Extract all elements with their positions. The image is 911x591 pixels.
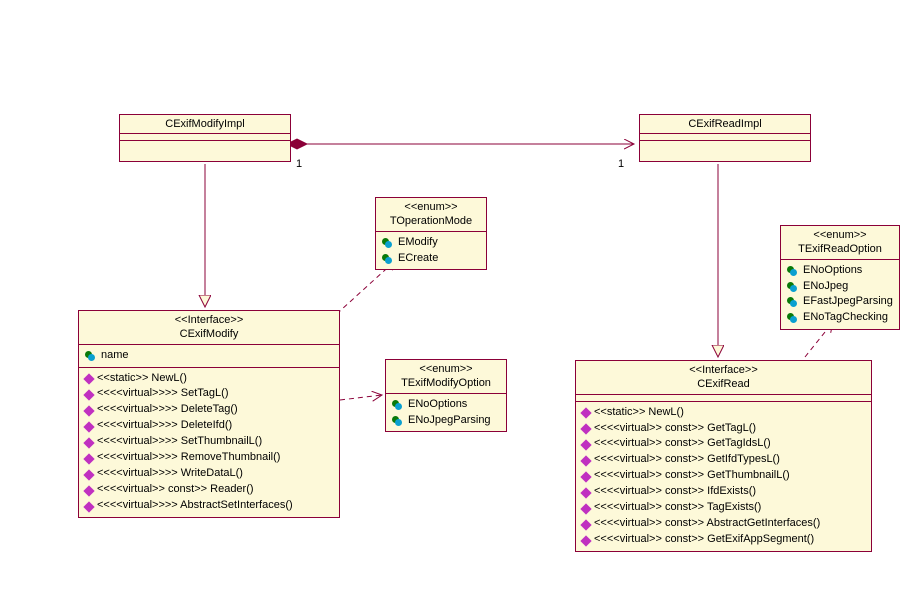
class-cexifreadimpl: CExifReadImpl <box>639 114 811 162</box>
stereotype: <<enum>> <box>789 228 891 242</box>
operation-icon <box>580 407 591 418</box>
enum-texifmodifyoption: <<enum>> TExifModifyOption ENoOptions EN… <box>385 359 507 432</box>
operation: <<<<virtual>> const>> GetTagL() <box>582 421 865 437</box>
enum-title: TExifReadOption <box>789 242 891 256</box>
enum-literal: ENoOptions <box>392 397 500 413</box>
operation-icon <box>580 455 591 466</box>
operation-icon <box>580 471 591 482</box>
class-title: CExifRead <box>584 377 863 391</box>
operation: <<<<virtual>> const>> GetExifAppSegment(… <box>582 532 865 548</box>
enum-literal-icon <box>382 254 394 264</box>
enum-literal-icon <box>392 416 404 426</box>
enum-literal-icon <box>392 400 404 410</box>
attribute-icon <box>85 351 97 361</box>
operation: <<<<virtual>>>> WriteDataL() <box>85 466 333 482</box>
enum-literal: ECreate <box>382 251 480 267</box>
operation-icon <box>83 485 94 496</box>
operation-icon <box>83 389 94 400</box>
operation: <<<<virtual>>>> SetThumbnailL() <box>85 434 333 450</box>
multiplicity-left: 1 <box>296 158 302 170</box>
operation-icon <box>580 503 591 514</box>
enum-literal: ENoJpegParsing <box>392 413 500 429</box>
operation: <<<<virtual>> const>> AbstractGetInterfa… <box>582 516 865 532</box>
stereotype: <<Interface>> <box>87 313 331 327</box>
operation-icon <box>83 453 94 464</box>
enum-title: TExifModifyOption <box>394 376 498 390</box>
enum-literal: EModify <box>382 235 480 251</box>
operation: <<<<virtual>> const>> IfdExists() <box>582 484 865 500</box>
enum-toperationmode: <<enum>> TOperationMode EModify ECreate <box>375 197 487 270</box>
attribute: name <box>85 348 333 364</box>
operation: <<<<virtual>>>> SetTagL() <box>85 386 333 402</box>
operation: <<<<virtual>> const>> GetIfdTypesL() <box>582 452 865 468</box>
enum-literal-icon <box>787 313 799 323</box>
enum-literal-icon <box>787 297 799 307</box>
class-title: CExifModifyImpl <box>128 117 282 131</box>
operation-icon <box>580 487 591 498</box>
class-title: CExifReadImpl <box>648 117 802 131</box>
operation-icon <box>580 519 591 530</box>
operation: <<static>> NewL() <box>85 371 333 387</box>
operation-icon <box>580 423 591 434</box>
operation: <<<<virtual>>>> AbstractSetInterfaces() <box>85 498 333 514</box>
operation-icon <box>83 405 94 416</box>
operation-icon <box>83 437 94 448</box>
operation: <<<<virtual>>>> DeleteTag() <box>85 402 333 418</box>
operation-icon <box>83 421 94 432</box>
operation: <<<<virtual>> const>> GetTagIdsL() <box>582 436 865 452</box>
enum-literal: ENoOptions <box>787 263 893 279</box>
operation: <<<<virtual>> const>> GetThumbnailL() <box>582 468 865 484</box>
multiplicity-right: 1 <box>618 158 624 170</box>
operation-icon <box>83 373 94 384</box>
stereotype: <<enum>> <box>394 362 498 376</box>
stereotype: <<enum>> <box>384 200 478 214</box>
operation-icon <box>83 501 94 512</box>
enum-literal: EFastJpegParsing <box>787 294 893 310</box>
enum-literal: ENoTagChecking <box>787 310 893 326</box>
class-title: CExifModify <box>87 327 331 341</box>
enum-literal-icon <box>787 266 799 276</box>
operation: <<<<virtual>>>> DeleteIfd() <box>85 418 333 434</box>
operation: <<<<virtual>> const>> TagExists() <box>582 500 865 516</box>
interface-cexifread: <<Interface>> CExifRead <<static>> NewL(… <box>575 360 872 552</box>
operation: <<<<virtual>>>> RemoveThumbnail() <box>85 450 333 466</box>
interface-cexifmodify: <<Interface>> CExifModify name <<static>… <box>78 310 340 518</box>
enum-title: TOperationMode <box>384 214 478 228</box>
enum-literal: ENoJpeg <box>787 279 893 295</box>
operation: <<<<virtual>> const>> Reader() <box>85 482 333 498</box>
stereotype: <<Interface>> <box>584 363 863 377</box>
operation-icon <box>580 439 591 450</box>
enum-texifreadoption: <<enum>> TExifReadOption ENoOptions ENoJ… <box>780 225 900 330</box>
operation-icon <box>580 535 591 546</box>
operation-icon <box>83 469 94 480</box>
class-cexifmodifyimpl: CExifModifyImpl <box>119 114 291 162</box>
operation: <<static>> NewL() <box>582 405 865 421</box>
enum-literal-icon <box>382 238 394 248</box>
enum-literal-icon <box>787 282 799 292</box>
